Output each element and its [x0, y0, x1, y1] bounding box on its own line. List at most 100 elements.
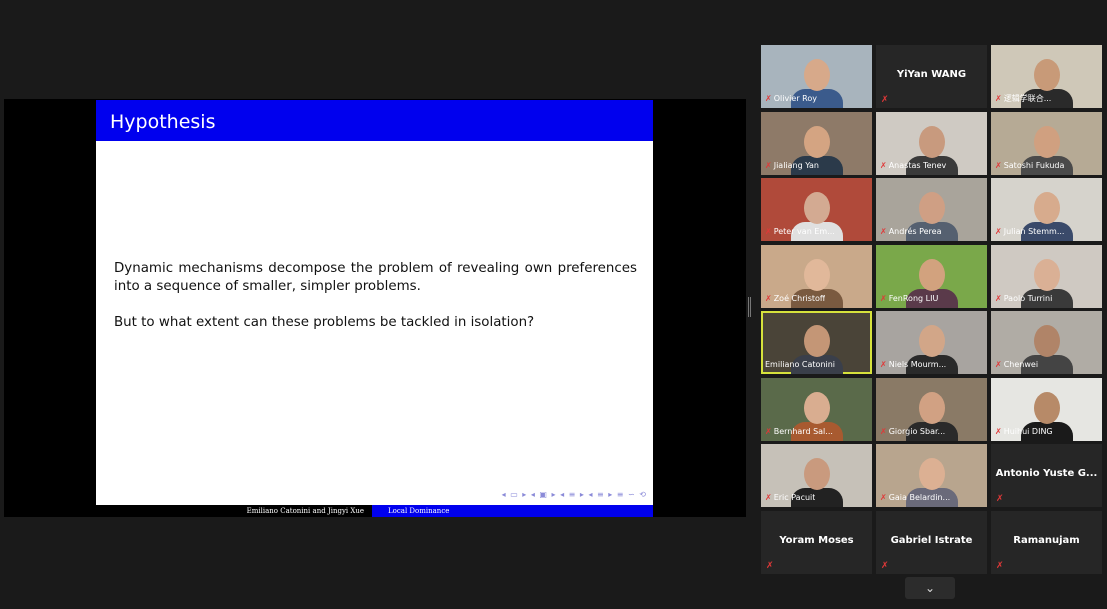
participant-video-head — [1034, 59, 1060, 91]
slide-title: Hypothesis — [110, 111, 216, 133]
participant-name-label: Giorgio Sbar... — [888, 426, 946, 436]
participant-name-label: 逻辑学联合... — [1003, 94, 1052, 103]
participant-name: Emiliano Catonini — [765, 360, 835, 370]
participant-name: ✗ Niels Mourm... — [880, 360, 946, 370]
participant-name: ✗ Eric Pacuit — [765, 493, 815, 503]
muted-mic-icon: ✗ — [995, 360, 1002, 369]
participant-name: ✗ Peter van Em... — [765, 227, 835, 237]
participant-video-head — [1034, 192, 1060, 224]
muted-mic-icon: ✗ — [995, 227, 1002, 236]
participant-tile[interactable]: ✗ Paolo Turrini — [991, 244, 1102, 308]
muted-mic-icon: ✗ — [995, 94, 1002, 103]
participant-tile[interactable]: ✗ FenRong LIU — [876, 244, 987, 308]
slide-header: Hypothesis — [96, 100, 653, 141]
participant-tile[interactable]: ✗ Niels Mourm... — [876, 311, 987, 374]
participant-video-head — [1034, 125, 1060, 158]
muted-mic-icon: ✗ — [880, 227, 887, 236]
participant-name-label: Anastas Tenev — [888, 160, 947, 170]
participant-tile[interactable]: Gabriel Istrate ✗ — [876, 510, 987, 574]
participant-tile[interactable]: ✗ Zoé Christoff — [761, 244, 872, 308]
participant-tile[interactable]: ✗ Chenwei — [991, 311, 1102, 374]
participant-name: ✗ Bernhard Sal... — [765, 427, 833, 437]
participant-name: ✗ Giorgio Sbar... — [880, 427, 945, 437]
participant-tile[interactable]: Ramanujam ✗ — [991, 510, 1102, 574]
participant-name-label: Satoshi Fukuda — [1003, 160, 1065, 170]
participant-name-label: Emiliano Catonini — [765, 360, 836, 369]
presentation-slide: Hypothesis Dynamic mechanisms decompose … — [96, 100, 653, 517]
muted-mic-icon: ✗ — [996, 560, 1004, 571]
participant-video-head — [919, 258, 945, 291]
participant-tile[interactable]: ✗ Anastas Tenev — [876, 111, 987, 175]
muted-mic-icon: ✗ — [880, 493, 887, 502]
muted-mic-icon: ✗ — [996, 494, 1004, 504]
participant-tile[interactable]: Emiliano Catonini — [761, 311, 872, 374]
participant-video-head — [1034, 258, 1060, 291]
participant-name: ✗ Paolo Turrini — [995, 294, 1052, 304]
participant-name-label: Julian Stemm... — [1003, 227, 1065, 236]
participant-video-head — [919, 458, 945, 490]
participant-video-head — [804, 391, 830, 424]
footer-authors: Emiliano Catonini and Jingyi Xue — [96, 505, 372, 517]
participant-video-head — [1034, 325, 1060, 357]
participant-name-label: Ramanujam — [1013, 534, 1080, 546]
participant-tile[interactable]: ✗ Huihui DING — [991, 377, 1102, 441]
slide-paragraph-1: Dynamic mechanisms decompose the problem… — [114, 261, 637, 294]
participant-video-head — [804, 258, 830, 291]
participant-tile[interactable]: Antonio Yuste G... ✗ — [991, 444, 1102, 507]
participant-video-head — [919, 391, 945, 424]
participant-name: ✗ Gaia Belardin... — [880, 493, 950, 503]
participant-name-label: Paolo Turrini — [1003, 293, 1053, 303]
slide-footer: Emiliano Catonini and Jingyi Xue Local D… — [96, 505, 653, 517]
participant-name-label: Peter van Em... — [773, 227, 835, 236]
participant-tile[interactable]: ✗ Satoshi Fukuda — [991, 111, 1102, 175]
participant-name: ✗ Zoé Christoff — [765, 294, 825, 304]
participant-video-head — [919, 325, 945, 357]
participant-name: ✗ Anastas Tenev — [880, 161, 946, 171]
participant-tile[interactable]: ✗ Olivier Roy — [761, 45, 872, 108]
muted-mic-icon: ✗ — [880, 293, 887, 303]
participant-video-head — [919, 192, 945, 224]
participant-name-label: Chenwei — [1003, 360, 1039, 369]
participant-tile[interactable]: ✗ 逻辑学联合... — [991, 45, 1102, 108]
participant-tile[interactable]: ✗ Giorgio Sbar... — [876, 377, 987, 441]
muted-mic-icon: ✗ — [880, 360, 887, 369]
muted-mic-icon: ✗ — [881, 560, 889, 571]
participant-name-label: FenRong LIU — [888, 293, 939, 303]
scroll-down-button[interactable]: ⌄ — [905, 577, 955, 599]
participant-name-label: Yoram Moses — [779, 534, 854, 546]
participant-tile[interactable]: ✗ Gaia Belardin... — [876, 444, 987, 507]
muted-mic-icon: ✗ — [995, 293, 1002, 303]
participant-tile[interactable]: Yoram Moses ✗ — [761, 510, 872, 574]
participant-video-head — [804, 325, 830, 357]
slide-body: Dynamic mechanisms decompose the problem… — [114, 260, 637, 350]
participant-tile[interactable]: ✗ Eric Pacuit — [761, 444, 872, 507]
participant-name-label: Gabriel Istrate — [890, 534, 973, 546]
muted-mic-icon: ✗ — [765, 426, 772, 436]
resize-handle[interactable] — [748, 297, 751, 317]
participant-name: ✗ Andrés Perea — [880, 227, 941, 237]
participant-tile[interactable]: YiYan WANG ✗ — [876, 45, 987, 108]
participant-video-head — [804, 125, 830, 158]
muted-mic-icon: ✗ — [765, 227, 772, 236]
muted-mic-icon: ✗ — [765, 94, 772, 103]
participant-tile[interactable]: ✗ Jialiang Yan — [761, 111, 872, 175]
muted-mic-icon: ✗ — [765, 293, 772, 303]
participant-tile[interactable]: ✗ Bernhard Sal... — [761, 377, 872, 441]
beamer-navigation-icons[interactable]: ◂ ▭ ▸ ◂ ▣ ▸ ◂ ≡ ▸ ◂ ≡ ▸ ≡ ∽ ⟲ — [502, 490, 647, 499]
shared-screen: Hypothesis Dynamic mechanisms decompose … — [4, 99, 746, 517]
chevron-down-icon: ⌄ — [924, 581, 936, 595]
participant-video-head — [1034, 391, 1060, 424]
slide-paragraph-2: But to what extent can these problems be… — [114, 315, 535, 330]
participant-tile[interactable]: ✗ Julian Stemm... — [991, 178, 1102, 241]
participant-tile[interactable]: ✗ Andrés Perea — [876, 178, 987, 241]
muted-mic-icon: ✗ — [880, 426, 887, 436]
participant-tile[interactable]: ✗ Peter van Em... — [761, 178, 872, 241]
participant-video-head — [804, 192, 830, 224]
participant-name-label: Olivier Roy — [773, 94, 817, 103]
participant-name-label: Gaia Belardin... — [888, 493, 951, 502]
participant-name-label: YiYan WANG — [896, 69, 967, 80]
participant-name-label: Zoé Christoff — [773, 293, 826, 303]
muted-mic-icon: ✗ — [766, 560, 774, 571]
participant-name-label: Antonio Yuste G... — [995, 468, 1098, 479]
participant-name-label: Bernhard Sal... — [773, 426, 833, 436]
